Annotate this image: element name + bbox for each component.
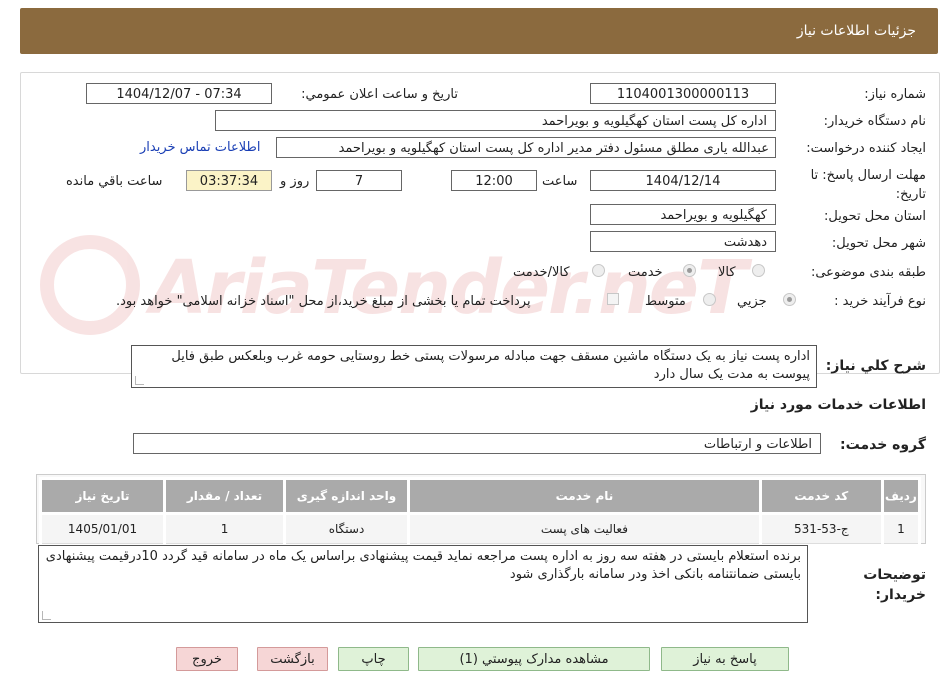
category-option-both: کالا/خدمت (513, 265, 570, 280)
buyer-notes-textarea: برنده استعلام بایستی در هفته سه روز به ا… (38, 545, 808, 623)
announce-label: تاریخ و ساعت اعلان عمومي: (301, 87, 458, 102)
service-group-label: گروه خدمت: (840, 437, 926, 453)
category-option-service: خدمت (628, 265, 663, 280)
category-label: طبقه بندی موضوعی: (810, 265, 926, 280)
province-field: کهگیلویه و بویراحمد (590, 204, 776, 225)
column-header-service-name: نام خدمت (407, 477, 762, 515)
exit-button[interactable]: خروج (176, 647, 238, 671)
buyer-label: نام دستگاه خریدار: (823, 114, 926, 129)
category-option-goods: کالا (718, 265, 736, 280)
back-button[interactable]: بازگشت (257, 647, 328, 671)
payment-note: پرداخت تمام یا بخشی از مبلغ خرید،از محل … (116, 294, 531, 309)
buyer-notes-label: توضیحات خریدار: (863, 567, 926, 603)
column-header-need-date: تاریخ نیاز (38, 477, 167, 515)
column-header-unit: واحد اندازه گیری (283, 477, 410, 515)
description-textarea: اداره پست نیاز به یک دستگاه ماشین مسقف ج… (131, 345, 817, 388)
process-radio-medium[interactable] (703, 293, 716, 306)
process-radio-minor[interactable] (783, 293, 796, 306)
reply-button[interactable]: پاسخ به نیاز (661, 647, 789, 671)
creator-field: عبدالله یاری مطلق مسئول دفتر مدیر اداره … (276, 137, 776, 158)
process-option-medium: متوسط (645, 294, 686, 309)
buyer-notes-text: برنده استعلام بایستی در هفته سه روز به ا… (45, 549, 801, 582)
category-radio-goods[interactable] (752, 264, 765, 277)
cell-service-name: فعالیت های پست (407, 512, 762, 544)
process-option-minor: جزیي (737, 294, 767, 309)
creator-label: ایجاد کننده درخواست: (806, 141, 926, 156)
deadline-time-field: 12:00 (451, 170, 537, 191)
page-header: جزئیات اطلاعات نیاز (20, 8, 938, 54)
cell-service-code: ج-53-531 (758, 512, 884, 544)
category-radio-both[interactable] (592, 264, 605, 277)
description-label: شرح کلي نیاز: (825, 358, 926, 374)
days-field: 7 (316, 170, 402, 191)
column-header-service-code: کد خدمت (758, 477, 884, 515)
contact-info-link[interactable]: اطلاعات تماس خریدار (140, 140, 260, 155)
service-group-field: اطلاعات و ارتباطات (133, 433, 821, 454)
deadline-date-field: 1404/12/14 (590, 170, 776, 191)
province-label: استان محل تحویل: (824, 209, 926, 224)
buyer-field: اداره کل پست استان کهگیلویه و بویراحمد (215, 110, 776, 131)
city-field: دهدشت (590, 231, 776, 252)
remaining-label: ساعت باقي مانده (66, 174, 163, 189)
cell-quantity: 1 (163, 512, 286, 544)
announce-field: 1404/12/07 - 07:34 (86, 83, 272, 104)
time-label: ساعت (542, 174, 578, 189)
remaining-timer: 03:37:34 (186, 170, 272, 191)
treasury-checkbox[interactable] (607, 293, 619, 305)
process-label: نوع فرآیند خرید : (834, 294, 926, 309)
description-text: اداره پست نیاز به یک دستگاه ماشین مسقف ج… (171, 349, 810, 382)
cell-unit: دستگاه (283, 512, 410, 544)
deadline-label: مهلت ارسال پاسخ: تا تاریخ: (810, 168, 926, 202)
category-radio-service[interactable] (683, 264, 696, 277)
need-number-field: 1104001300000113 (590, 83, 776, 104)
table-row: 1 ج-53-531 فعالیت های پست دستگاه 1 1405/… (38, 512, 922, 544)
services-section-title: اطلاعات خدمات مورد نیاز (750, 397, 926, 413)
cell-need-date: 1405/01/01 (38, 512, 167, 544)
cell-row-number: 1 (880, 512, 922, 544)
page-title: جزئیات اطلاعات نیاز (796, 23, 916, 39)
column-header-row-number: ردیف (880, 477, 922, 515)
column-header-quantity: تعداد / مقدار (163, 477, 286, 515)
attachments-button[interactable]: مشاهده مدارک پیوستي (1) (418, 647, 650, 671)
print-button[interactable]: چاپ (338, 647, 409, 671)
need-number-label: شماره نیاز: (864, 87, 926, 102)
services-table: ردیف کد خدمت نام خدمت واحد اندازه گیری ت… (38, 477, 922, 544)
city-label: شهر محل تحویل: (831, 236, 926, 251)
days-label: روز و (280, 174, 310, 189)
